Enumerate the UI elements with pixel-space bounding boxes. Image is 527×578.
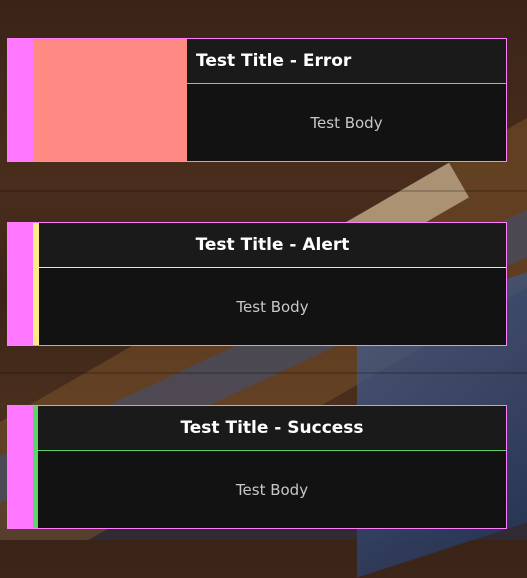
toast-success[interactable]: Test Title - Success Test Body bbox=[7, 405, 507, 529]
background-streak bbox=[0, 190, 527, 192]
toast-title: Test Title - Error bbox=[196, 51, 352, 71]
toast-side-strip bbox=[8, 223, 33, 345]
toast-side-strip bbox=[8, 406, 33, 528]
toast-accent-error bbox=[33, 39, 187, 161]
toast-header: Test Title - Success bbox=[38, 406, 506, 451]
toast-alert[interactable]: Test Title - Alert Test Body bbox=[7, 222, 507, 346]
toast-side-strip bbox=[8, 39, 33, 161]
toast-body-text: Test Body bbox=[235, 480, 309, 499]
toast-body: Test Body bbox=[187, 84, 506, 161]
background-streak bbox=[0, 372, 527, 374]
toast-body-text: Test Body bbox=[236, 297, 309, 316]
toast-error[interactable]: Test Title - Error Test Body bbox=[7, 38, 507, 162]
toast-title: Test Title - Alert bbox=[195, 235, 350, 255]
toast-title: Test Title - Success bbox=[180, 418, 364, 438]
toast-body-text: Test Body bbox=[310, 113, 383, 132]
toast-header: Test Title - Error bbox=[187, 39, 506, 84]
toast-body: Test Body bbox=[39, 268, 506, 345]
toast-header: Test Title - Alert bbox=[39, 223, 506, 268]
toast-body: Test Body bbox=[38, 451, 506, 528]
